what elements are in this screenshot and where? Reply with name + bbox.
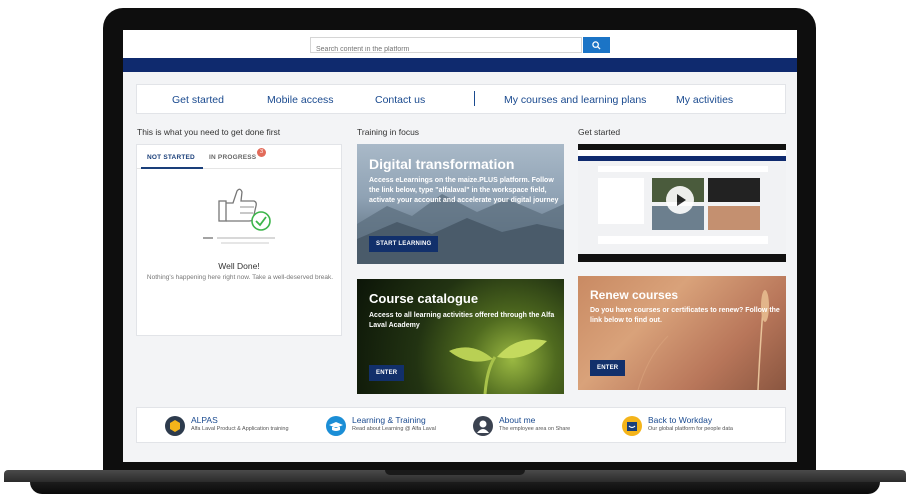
renew-enter-button[interactable]: ENTER (590, 360, 626, 376)
todo-section-title: This is what you need to get done first (137, 127, 281, 137)
quick-nav: Get started Mobile access Contact us My … (136, 84, 786, 114)
card-course-catalogue[interactable]: Course catalogue Access to all learning … (357, 279, 564, 394)
card-renew-text: Do you have courses or certificates to r… (590, 307, 780, 324)
tab-in-progress[interactable]: IN PROGRESS (209, 154, 256, 161)
focus-section-title: Training in focus (357, 127, 420, 137)
nav-get-started[interactable]: Get started (172, 94, 224, 106)
link-learning-training[interactable]: Learning & Training Read about Learning … (326, 414, 466, 438)
link-workday-subtitle: Our global platform for people data (648, 426, 733, 432)
search-field[interactable] (310, 37, 582, 57)
getstarted-section-title: Get started (578, 127, 621, 137)
done-text: Nothing's happening here right now. Take… (146, 274, 334, 281)
card-renew-title: Renew courses (590, 288, 679, 302)
nav-contact-us[interactable]: Contact us (375, 94, 425, 106)
link-about-me-title: About me (499, 415, 536, 425)
nav-my-courses[interactable]: My courses and learning plans (504, 94, 646, 106)
get-started-video[interactable] (578, 144, 786, 262)
search-button[interactable] (583, 37, 610, 53)
todo-panel: NOT STARTED IN PROGRESS 3 Well Done! Not… (136, 144, 342, 336)
laptop-notch (385, 470, 525, 475)
top-bar (123, 30, 797, 58)
done-title: Well Done! (218, 261, 260, 271)
link-alpas-title: ALPAS (191, 415, 218, 425)
link-workday-title: Back to Workday (648, 415, 713, 425)
link-about-me[interactable]: About me The employee area on Share (473, 414, 603, 438)
link-learning-title: Learning & Training (352, 415, 426, 425)
link-alpas[interactable]: ALPAS Alfa Laval Product & Application t… (165, 414, 315, 438)
alpas-cube-icon (165, 416, 185, 436)
in-progress-badge: 3 (257, 148, 266, 157)
nav-band (123, 58, 797, 72)
link-workday[interactable]: Back to Workday Our global platform for … (622, 414, 782, 438)
person-icon (473, 416, 493, 436)
card-digital-title: Digital transformation (369, 156, 515, 172)
search-input[interactable] (311, 42, 581, 57)
link-learning-subtitle: Read about Learning @ Alfa Laval (352, 426, 436, 432)
screen: Get started Mobile access Contact us My … (123, 30, 797, 462)
laptop-base (0, 470, 910, 504)
bottom-links: ALPAS Alfa Laval Product & Application t… (136, 407, 786, 443)
play-icon (677, 194, 686, 206)
graduation-cap-icon (326, 416, 346, 436)
active-tab-indicator (141, 167, 203, 169)
laptop-base-bottom (30, 482, 880, 494)
card-digital-transformation[interactable]: Digital transformation Access eLearnings… (357, 144, 564, 264)
play-button[interactable] (666, 186, 694, 214)
nav-mobile-access[interactable]: Mobile access (267, 94, 334, 106)
card-digital-text: Access eLearnings on the maize.PLUS plat… (369, 177, 559, 204)
tab-not-started[interactable]: NOT STARTED (147, 154, 195, 161)
link-alpas-subtitle: Alfa Laval Product & Application trainin… (191, 426, 289, 432)
link-about-me-subtitle: The employee area on Share (499, 426, 571, 432)
nav-my-activities[interactable]: My activities (676, 94, 733, 106)
todo-tabs: NOT STARTED IN PROGRESS 3 (137, 145, 341, 169)
card-renew-courses[interactable]: Renew courses Do you have courses or cer… (578, 276, 786, 390)
start-learning-button[interactable]: START LEARNING (369, 236, 439, 252)
nav-separator (474, 91, 475, 106)
thumbs-up-done-icon (203, 188, 275, 244)
card-catalogue-text: Access to all learning activities offere… (369, 312, 555, 329)
catalogue-enter-button[interactable]: ENTER (369, 365, 405, 381)
search-icon (592, 40, 601, 50)
workday-icon (622, 416, 642, 436)
card-catalogue-title: Course catalogue (369, 291, 479, 306)
